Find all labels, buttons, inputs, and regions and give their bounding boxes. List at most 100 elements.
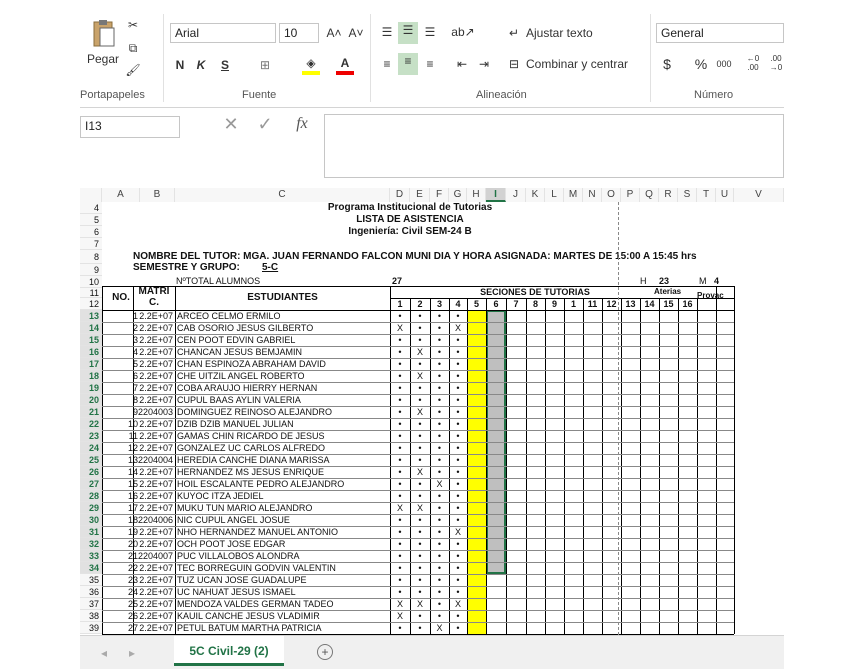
column-header-M[interactable]: M <box>564 188 583 202</box>
column-header-L[interactable]: L <box>545 188 564 202</box>
decrease-decimal-button[interactable]: .00 →0 <box>768 54 784 72</box>
align-right-icon[interactable]: ≡ <box>421 56 439 72</box>
percent-button[interactable]: % <box>693 56 709 72</box>
select-all-corner[interactable] <box>80 188 102 202</box>
underline-button[interactable]: S <box>217 57 233 73</box>
separator <box>370 14 371 102</box>
prev-sheet-icon[interactable]: ◂ <box>98 645 110 661</box>
column-header-G[interactable]: G <box>449 188 467 202</box>
attendance-mark: • <box>456 455 460 465</box>
attendance-mark: • <box>437 563 442 573</box>
cancel-icon[interactable]: ✕ <box>220 115 242 133</box>
session-number: 16 <box>682 299 693 309</box>
copy-icon[interactable]: ⧉ <box>124 40 142 56</box>
borders-icon[interactable]: ⊞ <box>256 57 274 73</box>
attendance-mark: • <box>437 371 442 381</box>
cut-icon[interactable]: ✂ <box>124 17 142 33</box>
bold-button[interactable]: N <box>172 57 188 73</box>
column-header-S[interactable]: S <box>678 188 697 202</box>
column-header-R[interactable]: R <box>659 188 678 202</box>
column-header-A[interactable]: A <box>102 188 140 202</box>
materias-header: Aterias <box>654 287 682 296</box>
student-name: TEC BORREGUIN GODVIN VALENTIN <box>177 563 336 573</box>
column-header-N[interactable]: N <box>583 188 602 202</box>
student-name: CHE UITZIL ANGEL ROBERTO <box>177 371 305 381</box>
decrease-indent-icon[interactable]: ⇤ <box>453 56 471 72</box>
student-matricula: 2.2E+07 <box>139 563 173 573</box>
font-color-icon[interactable]: A <box>336 55 354 75</box>
session-number: 9 <box>551 299 557 309</box>
session-number: 4 <box>455 299 461 309</box>
formula-input[interactable] <box>324 114 784 178</box>
column-header-T[interactable]: T <box>697 188 716 202</box>
merge-center-button[interactable]: Combinar y centrar <box>526 57 628 71</box>
thousands-button[interactable]: 000 <box>714 56 734 72</box>
student-matricula: 2.2E+07 <box>139 431 173 441</box>
student-matricula: 2.2E+07 <box>139 395 173 405</box>
attendance-mark: • <box>456 347 460 357</box>
attendance-mark: • <box>437 383 442 393</box>
align-center-icon[interactable]: ≡ <box>398 53 418 75</box>
attendance-mark: • <box>456 443 460 453</box>
paste-label[interactable]: Pegar <box>87 52 119 66</box>
shrink-font-icon[interactable]: A˅ <box>348 25 364 41</box>
group-clipboard-label: Portapapeles <box>80 89 145 101</box>
column-header-H[interactable]: H <box>467 188 486 202</box>
formula-bar: I13 ✕ ✓ fx <box>80 114 784 180</box>
table-grid-line <box>102 466 734 467</box>
column-header-C[interactable]: C <box>175 188 390 202</box>
wrap-text-icon[interactable]: ↵ <box>506 25 522 41</box>
paste-icon[interactable] <box>88 18 118 50</box>
column-header-F[interactable]: F <box>430 188 449 202</box>
session-number: 11 <box>587 299 598 309</box>
student-name: HOIL ESCALANTE PEDRO ALEJANDRO <box>177 479 345 489</box>
column-header-U[interactable]: U <box>716 188 734 202</box>
column-header-J[interactable]: J <box>506 188 526 202</box>
column-header-I[interactable]: I <box>486 188 506 202</box>
grow-font-icon[interactable]: A˄ <box>326 25 342 41</box>
attendance-mark: • <box>437 575 442 585</box>
attendance-mark: • <box>456 383 460 393</box>
align-left-icon[interactable]: ≡ <box>378 56 396 72</box>
student-name: ARCEO CELMO ERMILO <box>177 311 281 321</box>
orientation-icon[interactable]: ab↗ <box>450 24 476 40</box>
merge-center-icon[interactable]: ⊟ <box>506 56 522 72</box>
column-header-D[interactable]: D <box>390 188 410 202</box>
align-top-icon[interactable]: ☰ <box>378 24 396 40</box>
add-sheet-icon[interactable]: + <box>317 644 333 660</box>
format-painter-icon[interactable]: 🖌 <box>124 62 142 78</box>
increase-indent-icon[interactable]: ⇥ <box>475 56 493 72</box>
insert-function-icon[interactable]: fx <box>290 116 314 132</box>
fill-color-icon[interactable]: ◈ <box>302 55 320 75</box>
attendance-mark: • <box>398 563 402 573</box>
sessions-header: SECIONES DE TUTORIAS <box>480 287 590 297</box>
number-format-select[interactable]: General <box>656 23 784 43</box>
increase-decimal-button[interactable]: ←0 .00 <box>744 54 762 72</box>
font-name-select[interactable]: Arial <box>170 23 276 43</box>
spreadsheet-grid[interactable]: A B C D E F G H I J K L M N O P Q R S T U V 4 5 6 7 8 9 10 11 12 Progra… <box>80 188 784 635</box>
column-header-B[interactable]: B <box>140 188 175 202</box>
align-middle-icon[interactable]: ☰ <box>398 22 418 44</box>
attendance-mark: • <box>456 419 460 429</box>
column-header-V[interactable]: V <box>734 188 784 202</box>
sheet-tab-active[interactable]: 5C Civil-29 (2) <box>174 636 284 666</box>
column-header-O[interactable]: O <box>602 188 621 202</box>
italic-button[interactable]: K <box>193 57 209 73</box>
name-box[interactable]: I13 <box>80 116 180 138</box>
column-header-Q[interactable]: Q <box>640 188 659 202</box>
sheet-tab-bar: ◂ ▸ 5C Civil-29 (2) + <box>80 635 784 669</box>
sheet-title: Programa Institucional de Tutorias <box>327 202 493 213</box>
enter-icon[interactable]: ✓ <box>254 115 276 133</box>
column-header-K[interactable]: K <box>526 188 545 202</box>
attendance-mark: X <box>396 599 403 609</box>
row-header-17: 17 <box>80 358 102 370</box>
column-header-E[interactable]: E <box>410 188 430 202</box>
column-header-P[interactable]: P <box>621 188 640 202</box>
row-header-23: 23 <box>80 430 102 442</box>
wrap-text-button[interactable]: Ajustar texto <box>526 26 593 40</box>
align-bottom-icon[interactable]: ☰ <box>421 24 439 40</box>
font-size-select[interactable]: 10 <box>279 23 319 43</box>
currency-button[interactable]: $ <box>660 56 674 72</box>
provac-header: Provac <box>697 291 724 300</box>
next-sheet-icon[interactable]: ▸ <box>126 645 138 661</box>
